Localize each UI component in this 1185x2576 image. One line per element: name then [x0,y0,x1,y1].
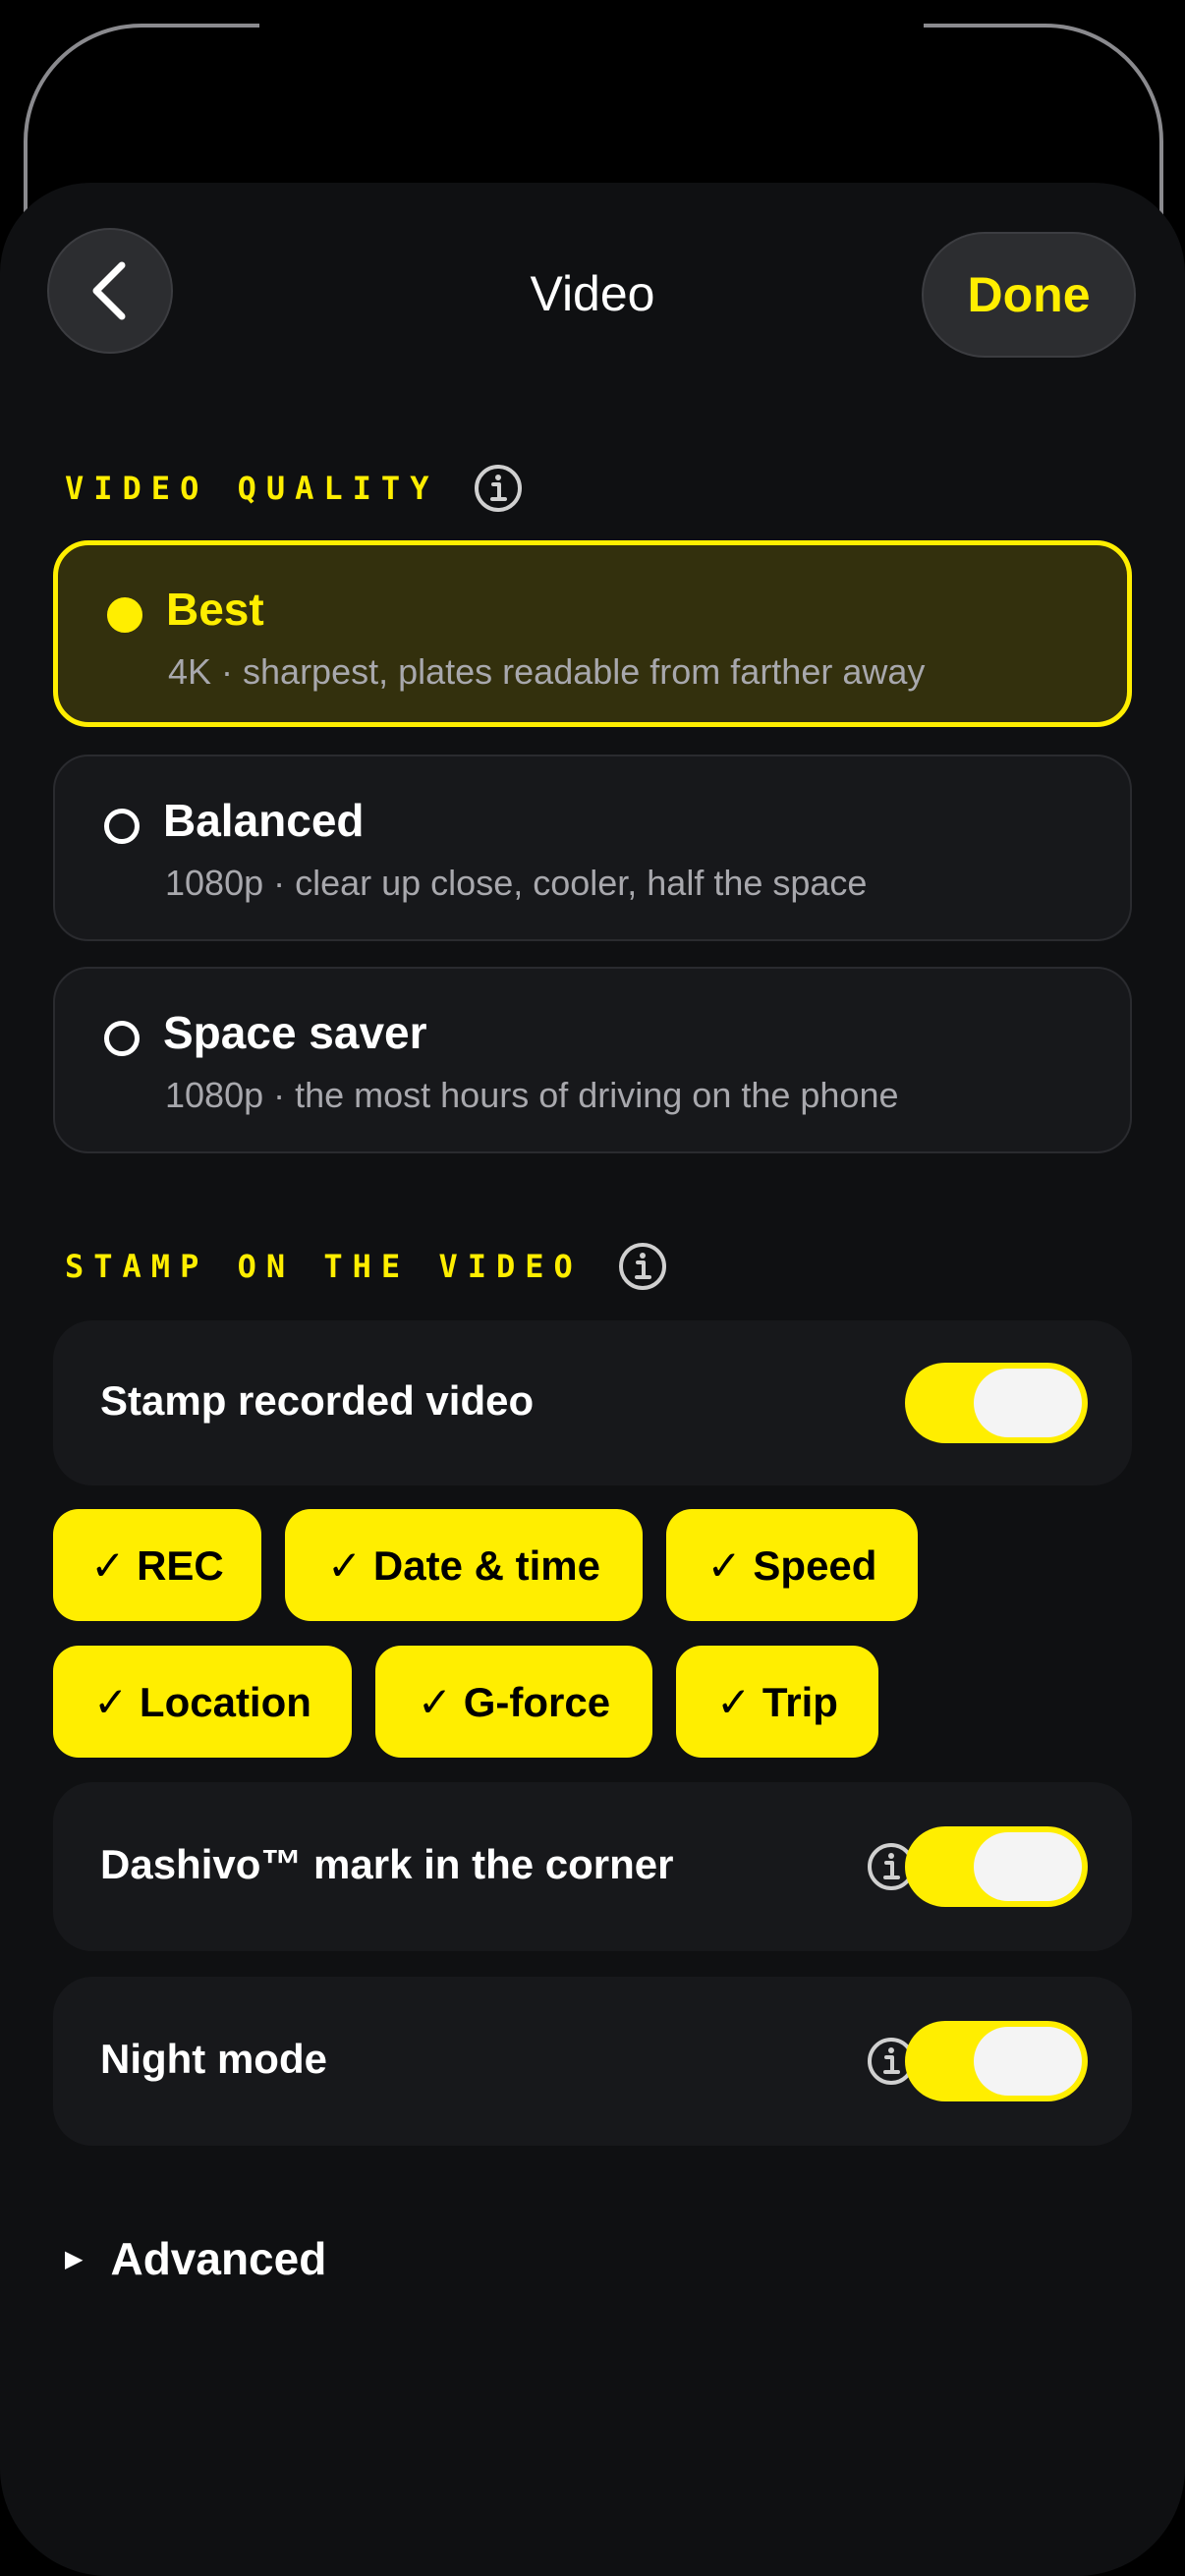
video-settings-sheet: Video Done VIDEO QUALITY Best 4K · sharp… [0,183,1185,2576]
radio-unselected[interactable] [104,1021,140,1056]
option-title: Best [166,584,264,635]
advanced-label: Advanced [110,2233,327,2284]
stamp-recorded-row: Stamp recorded video [53,1320,1132,1485]
night-mode-row: Night mode [53,1977,1132,2146]
dashivo-mark-label: Dashivo™ mark in the corner [100,1841,674,1887]
quality-option-space-saver[interactable]: Space saver 1080p · the most hours of dr… [53,967,1132,1153]
option-description: 1080p · the most hours of driving on the… [165,1075,899,1115]
info-icon[interactable] [474,464,523,513]
radio-unselected[interactable] [104,809,140,844]
option-title: Balanced [163,795,365,846]
option-description: 4K · sharpest, plates readable from fart… [168,651,926,692]
stamp-recorded-toggle[interactable] [905,1363,1088,1443]
chip-trip[interactable]: ✓ Trip [676,1646,878,1758]
advanced-disclosure[interactable]: ▶ Advanced [65,2232,326,2285]
chip-rec[interactable]: ✓ REC [53,1509,261,1621]
stamp-recorded-label: Stamp recorded video [100,1377,535,1424]
video-quality-header: VIDEO QUALITY [65,464,523,513]
stamp-label: STAMP ON THE VIDEO [65,1248,583,1285]
info-icon[interactable] [618,1242,667,1291]
dashivo-mark-toggle[interactable] [905,1826,1088,1907]
dashivo-mark-row: Dashivo™ mark in the corner [53,1782,1132,1951]
option-title: Space saver [163,1007,427,1058]
disclosure-triangle-icon: ▶ [65,2245,84,2272]
quality-option-best[interactable]: Best 4K · sharpest, plates readable from… [53,540,1132,727]
done-button[interactable]: Done [922,232,1136,358]
toggle-knob [974,2027,1082,2096]
chip-location[interactable]: ✓ Location [53,1646,352,1758]
radio-selected[interactable] [107,597,142,633]
stamp-header: STAMP ON THE VIDEO [65,1242,667,1291]
option-description: 1080p · clear up close, cooler, half the… [165,863,868,903]
chip-g-force[interactable]: ✓ G-force [375,1646,652,1758]
toggle-knob [974,1832,1082,1901]
video-quality-label: VIDEO QUALITY [65,470,439,507]
chip-speed[interactable]: ✓ Speed [666,1509,918,1621]
toggle-knob [974,1369,1082,1437]
night-mode-toggle[interactable] [905,2021,1088,2101]
chip-date-time[interactable]: ✓ Date & time [285,1509,643,1621]
quality-option-balanced[interactable]: Balanced 1080p · clear up close, cooler,… [53,755,1132,941]
night-mode-label: Night mode [100,2036,327,2082]
